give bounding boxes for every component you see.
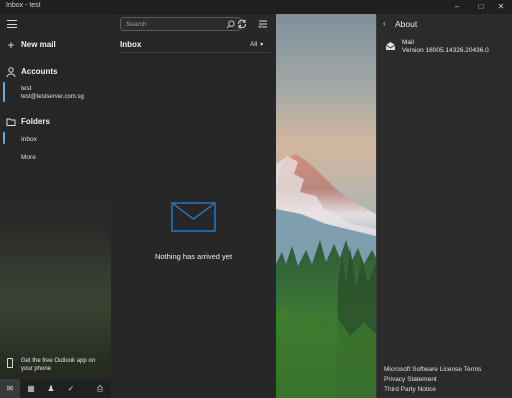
envelope-icon [171,202,216,232]
third-party-notice-link[interactable]: Third Party Notice [384,386,436,393]
new-mail-label: New mail [21,40,56,49]
divider [120,52,270,53]
folder-title: Inbox [120,40,142,49]
people-icon[interactable]: ♟ [41,379,61,398]
maximize-icon[interactable]: □ [470,0,492,14]
filter-label: All [250,41,258,48]
new-mail-button[interactable]: + New mail [0,37,111,55]
app-name: Mail [402,39,414,46]
minimize-icon[interactable]: – [446,0,468,14]
account-selection-indicator [3,82,5,102]
folders-label: Folders [21,117,50,126]
printer-icon[interactable]: ⎙ [90,379,110,398]
search-placeholder: Search [126,21,147,28]
accounts-label: Accounts [21,67,58,76]
account-email: test@testserver.com.sg [21,94,84,100]
folder-item-more[interactable]: More [21,154,36,161]
about-title: About [395,19,418,29]
privacy-statement-link[interactable]: Privacy Statement [384,376,437,383]
navigation-pane: + New mail Accounts test test@testserver… [0,14,111,398]
empty-state-message: Nothing has arrived yet [154,252,233,261]
accounts-header[interactable]: Accounts [0,64,111,82]
chevron-down-icon: ▼ [259,42,265,48]
app-version: Version 16005.14326.20436.0 [402,47,489,54]
back-arrow-icon[interactable]: ‹ [383,19,386,28]
app-switcher-bar: ✉ ▦ ♟ ✓ ⎙ [0,379,111,398]
promo-text: Get the free Outlook app on your phone [21,358,96,372]
mail-icon[interactable]: ✉ [0,379,20,398]
sync-icon[interactable] [236,18,248,30]
filter-icon[interactable] [257,18,269,30]
folder-item-inbox[interactable]: Inbox [21,136,37,143]
close-icon[interactable]: ✕ [490,0,512,14]
hamburger-icon[interactable] [7,20,17,28]
license-terms-link[interactable]: Microsoft Software License Terms [384,366,481,373]
folders-header[interactable]: Folders [0,114,111,132]
inbox-selection-indicator [3,132,5,144]
background-landscape-image [276,14,376,398]
calendar-icon[interactable]: ▦ [21,379,41,398]
folder-icon [6,118,16,126]
title-bar: Inbox - test – □ ✕ [0,0,512,14]
plus-icon: + [7,38,15,52]
filter-dropdown[interactable]: All ▼ [250,41,264,48]
message-list-pane: Search Inbox All ▼ Nothing has arrived ye… [111,14,276,398]
mail-app-icon [385,42,396,50]
search-icon[interactable] [226,20,235,29]
search-input[interactable]: Search [120,17,241,31]
person-icon [6,67,16,77]
about-pane: ‹ About Mail Version 16005.14326.20436.0… [376,14,512,398]
todo-icon[interactable]: ✓ [61,379,81,398]
window-title: Inbox - test [6,2,41,9]
phone-icon [7,358,13,368]
account-name: test [21,85,32,92]
